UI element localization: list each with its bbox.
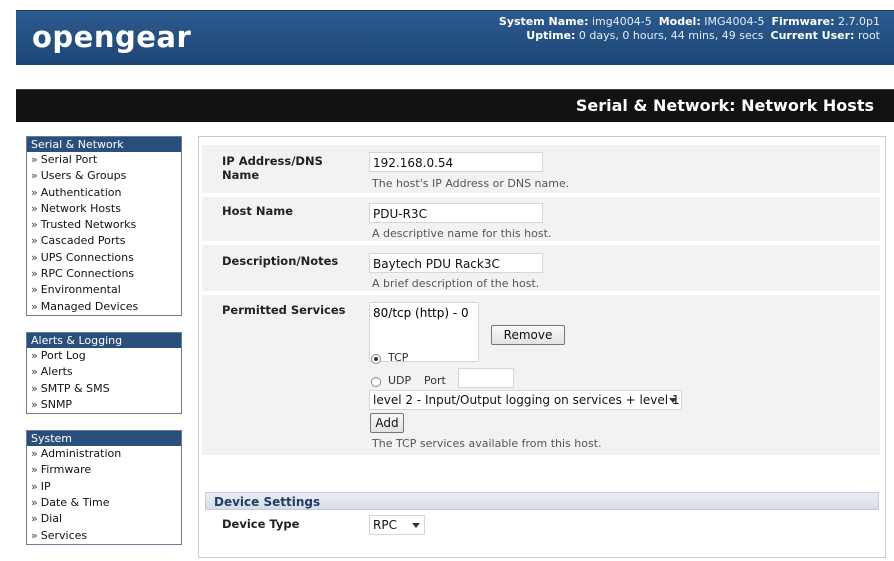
sidebar: Serial & Network » Serial Port » Users & G… xyxy=(26,136,182,561)
main-panel: IP Address/DNS Name 192.168.0.54 The hos… xyxy=(198,136,886,558)
sidebar-item-alerts[interactable]: » Alerts xyxy=(27,364,181,380)
arrow-icon: » xyxy=(31,528,38,542)
sidebar-item-network-hosts[interactable]: » Network Hosts xyxy=(27,201,181,217)
current-user-label: Current User: xyxy=(770,29,855,42)
log-level-select[interactable]: level 2 - Input/Output logging on servic… xyxy=(369,390,682,410)
system-info: System Name: img4004-5 Model: IMG4004-5 … xyxy=(499,15,880,43)
nav-group-serial-network: Serial & Network » Serial Port » Users & G… xyxy=(26,136,182,316)
sidebar-item-administration[interactable]: » Administration xyxy=(27,446,181,462)
hostname-input[interactable]: PDU-R3C xyxy=(369,203,543,223)
system-name-value: img4004-5 xyxy=(592,15,652,28)
nav-group-title[interactable]: Serial & Network xyxy=(27,137,181,152)
model-value: IMG4004-5 xyxy=(704,15,765,28)
sidebar-item-firmware[interactable]: » Firmware xyxy=(27,462,181,478)
hostname-row: Host Name PDU-R3C A descriptive name for… xyxy=(202,197,880,241)
nav-group-title[interactable]: Alerts & Logging xyxy=(27,332,181,348)
arrow-icon: » xyxy=(31,153,38,166)
firmware-label: Firmware: xyxy=(771,15,835,28)
ip-hint: The host's IP Address or DNS name. xyxy=(372,177,570,190)
page-title: Serial & Network: Network Hosts xyxy=(575,96,874,115)
uptime-value: 0 days, 0 hours, 44 mins, 49 secs xyxy=(578,29,764,42)
header: opengear System Name: img4004-5 Model: I… xyxy=(16,10,894,122)
sidebar-item-authentication[interactable]: » Authentication xyxy=(27,185,181,201)
description-hint: A brief description of the host. xyxy=(372,277,540,290)
model-label: Model: xyxy=(658,15,701,28)
sidebar-item-serial-port[interactable]: » Serial Port xyxy=(27,152,181,168)
sidebar-item-trusted-networks[interactable]: » Trusted Networks xyxy=(27,217,181,233)
title-bar: Serial & Network: Network Hosts xyxy=(16,89,894,122)
arrow-icon: » xyxy=(31,512,38,526)
arrow-icon: » xyxy=(31,496,38,510)
arrow-icon: » xyxy=(31,283,38,297)
hostname-hint: A descriptive name for this host. xyxy=(372,227,552,240)
arrow-icon: » xyxy=(31,267,38,281)
udp-label: UDP xyxy=(388,374,412,387)
arrow-icon: » xyxy=(31,250,38,264)
arrow-icon: » xyxy=(31,218,38,232)
arrow-icon: » xyxy=(31,479,38,493)
sidebar-item-services[interactable]: » Services xyxy=(27,528,181,544)
top-banner: opengear System Name: img4004-5 Model: I… xyxy=(16,10,894,65)
sidebar-item-cascaded-ports[interactable]: » Cascaded Ports xyxy=(27,233,181,249)
log-level-value: level 2 - Input/Output logging on servic… xyxy=(373,393,680,407)
arrow-icon: » xyxy=(31,447,38,461)
services-hint: The TCP services available from this hos… xyxy=(372,437,602,450)
nav-group-system: System » Administration » Firmware » IP » Da… xyxy=(26,430,182,545)
add-button[interactable]: Add xyxy=(370,413,404,433)
firmware-value: 2.7.0p1 xyxy=(838,15,880,28)
ip-label: IP Address/DNS Name xyxy=(222,154,323,182)
services-listbox[interactable]: 80/tcp (http) - 0 xyxy=(369,302,479,362)
device-settings-title: Device Settings xyxy=(214,495,321,509)
sidebar-item-managed-devices[interactable]: » Managed Devices xyxy=(27,299,181,315)
sidebar-item-users-groups[interactable]: » Users & Groups xyxy=(27,168,181,184)
services-label: Permitted Services xyxy=(222,303,346,317)
chevron-down-icon xyxy=(412,523,420,528)
port-label: Port xyxy=(424,374,446,387)
arrow-icon: » xyxy=(31,234,38,248)
arrow-icon: » xyxy=(31,185,38,199)
arrow-icon: » xyxy=(31,365,38,379)
arrow-icon: » xyxy=(31,348,38,362)
sidebar-item-smtp-sms[interactable]: » SMTP & SMS xyxy=(27,381,181,397)
service-list-item[interactable]: 80/tcp (http) - 0 xyxy=(373,306,475,320)
arrow-icon: » xyxy=(31,299,38,313)
hostname-label: Host Name xyxy=(222,204,294,218)
nav-group-title[interactable]: System xyxy=(27,431,181,447)
nav-group-alerts-logging: Alerts & Logging » Port Log » Alerts » SMTP… xyxy=(26,331,182,415)
sidebar-item-rpc-connections[interactable]: » RPC Connections xyxy=(27,266,181,282)
sidebar-item-port-log[interactable]: » Port Log xyxy=(27,348,181,364)
tcp-radio[interactable] xyxy=(371,354,381,364)
arrow-icon: » xyxy=(31,381,38,395)
description-label: Description/Notes xyxy=(222,254,339,268)
device-settings-header: Device Settings xyxy=(205,492,879,510)
description-input[interactable]: Baytech PDU Rack3C xyxy=(369,253,543,273)
opengear-logo[interactable]: opengear xyxy=(32,20,191,54)
sidebar-item-environmental[interactable]: » Environmental xyxy=(27,282,181,298)
device-type-select[interactable]: RPC xyxy=(369,515,425,535)
device-type-value: RPC xyxy=(373,518,397,532)
system-name-label: System Name: xyxy=(498,15,589,28)
current-user-value: root xyxy=(857,29,880,42)
arrow-icon: » xyxy=(31,397,38,411)
sidebar-item-dial[interactable]: » Dial xyxy=(27,511,181,527)
ip-row: IP Address/DNS Name 192.168.0.54 The hos… xyxy=(202,145,880,193)
chevron-down-icon xyxy=(669,398,677,403)
sidebar-item-snmp[interactable]: » SNMP xyxy=(27,397,181,413)
udp-radio[interactable] xyxy=(371,377,381,387)
ip-input[interactable]: 192.168.0.54 xyxy=(369,152,543,172)
tcp-label: TCP xyxy=(388,351,409,364)
sidebar-item-date-time[interactable]: » Date & Time xyxy=(27,495,181,511)
uptime-label: Uptime: xyxy=(526,29,576,42)
arrow-icon: » xyxy=(31,169,38,183)
sidebar-item-ip[interactable]: » IP xyxy=(27,479,181,495)
sidebar-item-ups-connections[interactable]: » UPS Connections xyxy=(27,250,181,266)
arrow-icon: » xyxy=(31,201,38,215)
description-row: Description/Notes Baytech PDU Rack3C A b… xyxy=(202,245,880,291)
remove-button[interactable]: Remove xyxy=(491,325,565,345)
services-row: Permitted Services 80/tcp (http) - 0 Rem… xyxy=(202,295,880,455)
arrow-icon: » xyxy=(31,463,38,477)
device-type-label: Device Type xyxy=(222,517,300,531)
port-input[interactable] xyxy=(458,368,514,388)
